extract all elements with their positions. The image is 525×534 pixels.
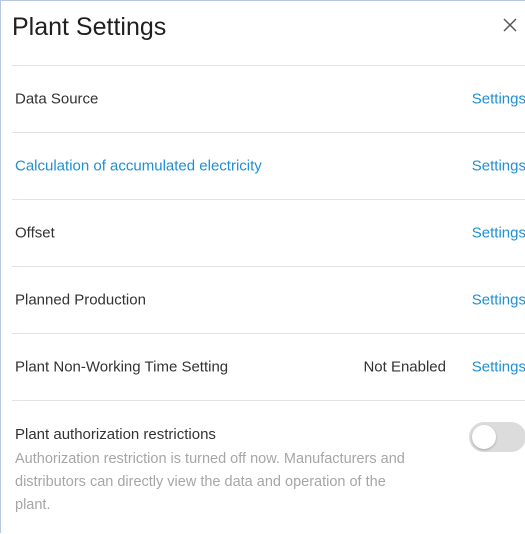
row-planned-production: Planned Production Settings [1, 267, 525, 333]
dialog-title: Plant Settings [12, 13, 167, 41]
settings-link-offset[interactable]: Settings [472, 225, 525, 242]
row-label-data-source: Data Source [15, 90, 99, 108]
settings-link-accumulated-electricity[interactable]: Settings [472, 158, 525, 175]
row-label-non-working-time: Plant Non-Working Time Setting [15, 358, 229, 376]
row-label-planned-production: Planned Production [15, 291, 146, 309]
row-non-working-time: Plant Non-Working Time Setting Not Enabl… [1, 334, 525, 400]
row-accumulated-electricity: Calculation of accumulated electricity S… [1, 133, 525, 199]
toggle-knob [472, 425, 496, 449]
authorization-title: Plant authorization restrictions [15, 426, 216, 443]
plant-settings-dialog: Plant Settings Data Source Settings Calc… [0, 0, 525, 533]
settings-link-data-source[interactable]: Settings [472, 91, 525, 108]
authorization-toggle[interactable] [469, 422, 525, 452]
close-button[interactable] [500, 15, 520, 35]
accumulated-electricity-link[interactable]: Calculation of accumulated electricity [15, 158, 262, 175]
settings-link-planned-production[interactable]: Settings [472, 292, 525, 309]
row-offset: Offset Settings [1, 200, 525, 266]
authorization-description: Authorization restriction is turned off … [15, 451, 405, 513]
status-not-enabled: Not Enabled [363, 358, 446, 376]
authorization-section: Plant authorization restrictions Authori… [1, 401, 525, 534]
row-data-source: Data Source Settings [1, 66, 525, 132]
dialog-header: Plant Settings [1, 1, 525, 65]
row-label-offset: Offset [15, 224, 55, 242]
close-icon [503, 18, 517, 32]
settings-link-non-working-time[interactable]: Settings [472, 359, 525, 376]
